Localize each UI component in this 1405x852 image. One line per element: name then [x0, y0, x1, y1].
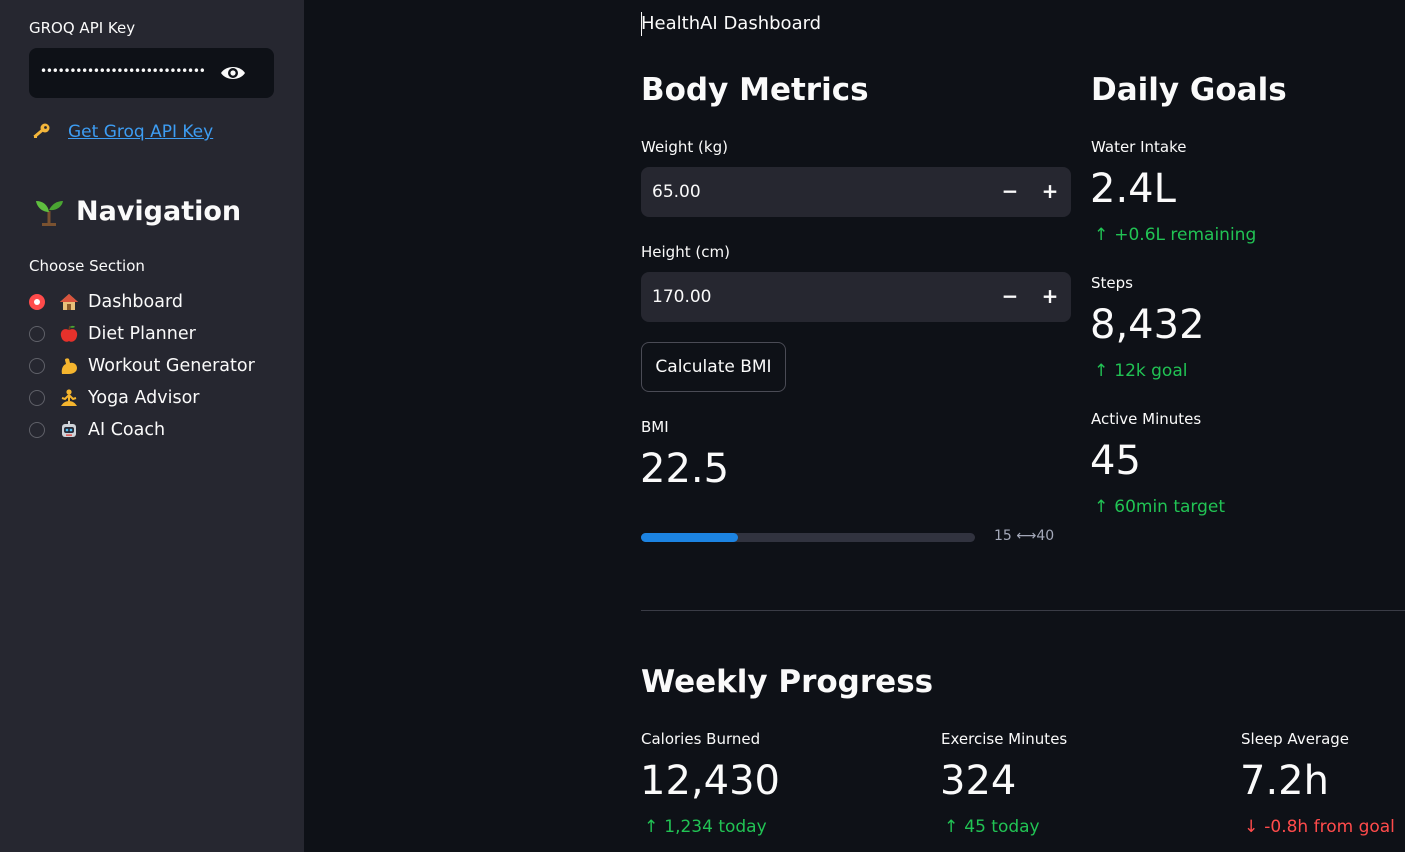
key-link-row: Get Groq API Key — [31, 122, 213, 142]
exercise-value: 324 — [940, 758, 1017, 804]
nav-title-text: Navigation — [76, 196, 242, 227]
radio-selected[interactable] — [29, 294, 45, 310]
section-divider — [641, 610, 1405, 611]
height-label: Height (cm) — [641, 243, 730, 261]
seedling-icon — [36, 200, 63, 226]
height-input[interactable]: 170.00 − + — [641, 272, 1071, 322]
nav-item-yoga-advisor[interactable]: Yoga Advisor — [29, 388, 199, 408]
weight-decrement-button[interactable]: − — [998, 180, 1022, 204]
choose-section-label: Choose Section — [29, 257, 145, 275]
nav-item-label: Diet Planner — [88, 324, 196, 344]
main-content: HealthAI Dashboard Body Metrics Weight (… — [304, 0, 1405, 852]
calories-label: Calories Burned — [641, 730, 761, 748]
key-icon — [33, 123, 50, 139]
nav-item-dashboard[interactable]: Dashboard — [29, 292, 183, 312]
weight-increment-button[interactable]: + — [1038, 180, 1062, 204]
arrow-down-icon: ↓ — [1244, 817, 1259, 837]
yoga-person-icon — [60, 389, 78, 406]
api-key-value: •••••••••••••••••••••••••••• — [40, 64, 205, 78]
body-metrics-title: Body Metrics — [641, 72, 869, 108]
nav-title: Navigation — [34, 196, 241, 227]
sleep-delta: ↓ -0.8h from goal — [1244, 817, 1395, 837]
active-minutes-delta: ↑ 60min target — [1094, 497, 1225, 517]
bmi-label: BMI — [641, 418, 669, 436]
sleep-label: Sleep Average — [1241, 730, 1350, 748]
sidebar: GROQ API Key •••••••••••••••••••••••••••… — [0, 0, 304, 852]
weekly-progress-title: Weekly Progress — [641, 664, 934, 700]
weight-value[interactable]: 65.00 — [652, 182, 701, 202]
weight-input[interactable]: 65.00 − + — [641, 167, 1071, 217]
arrow-up-icon: ↑ — [1094, 497, 1109, 517]
get-api-key-link[interactable]: Get Groq API Key — [68, 122, 213, 142]
nav-item-label: AI Coach — [88, 420, 166, 440]
water-value: 2.4L — [1090, 166, 1176, 212]
water-delta: ↑ +0.6L remaining — [1094, 225, 1256, 245]
arrow-up-icon: ↑ — [1094, 361, 1109, 381]
water-label: Water Intake — [1091, 138, 1187, 156]
exercise-delta-text: 45 today — [964, 817, 1040, 837]
app-title: HealthAI Dashboard — [641, 13, 822, 34]
sleep-delta-text: -0.8h from goal — [1264, 817, 1395, 837]
arrow-up-icon: ↑ — [644, 817, 659, 837]
eye-icon[interactable] — [219, 63, 247, 83]
robot-icon — [62, 421, 76, 437]
calories-delta-text: 1,234 today — [664, 817, 767, 837]
weight-label: Weight (kg) — [641, 138, 728, 156]
active-minutes-value: 45 — [1090, 438, 1141, 484]
height-decrement-button[interactable]: − — [998, 285, 1022, 309]
bmi-progress-bar — [641, 533, 975, 542]
bmi-range-label: 15 ⟷40 — [994, 528, 1055, 544]
daily-goals-title: Daily Goals — [1091, 72, 1287, 108]
house-icon — [60, 294, 78, 310]
steps-label: Steps — [1091, 274, 1133, 292]
radio-unselected[interactable] — [29, 422, 45, 438]
calories-value: 12,430 — [640, 758, 780, 804]
nav-item-label: Workout Generator — [88, 356, 255, 376]
sleep-value: 7.2h — [1240, 758, 1329, 804]
steps-delta-text: 12k goal — [1114, 361, 1188, 381]
steps-delta: ↑ 12k goal — [1094, 361, 1187, 381]
arrow-up-icon: ↑ — [1094, 225, 1109, 245]
height-increment-button[interactable]: + — [1038, 285, 1062, 309]
height-value[interactable]: 170.00 — [652, 287, 711, 307]
api-key-label: GROQ API Key — [29, 19, 136, 37]
radio-unselected[interactable] — [29, 326, 45, 342]
nav-item-label: Dashboard — [88, 292, 183, 312]
steps-value: 8,432 — [1090, 302, 1205, 348]
flexed-bicep-icon — [61, 358, 77, 374]
arrow-up-icon: ↑ — [944, 817, 959, 837]
apple-icon — [60, 325, 78, 342]
bmi-value: 22.5 — [640, 446, 730, 492]
radio-unselected[interactable] — [29, 358, 45, 374]
active-minutes-delta-text: 60min target — [1114, 497, 1226, 517]
nav-item-workout-generator[interactable]: Workout Generator — [29, 356, 255, 376]
nav-item-label: Yoga Advisor — [88, 388, 200, 408]
calculate-bmi-button[interactable]: Calculate BMI — [641, 342, 786, 392]
bmi-progress-fill — [641, 533, 738, 542]
api-key-input[interactable]: •••••••••••••••••••••••••••• — [29, 48, 274, 98]
radio-unselected[interactable] — [29, 390, 45, 406]
exercise-delta: ↑ 45 today — [944, 817, 1040, 837]
nav-item-ai-coach[interactable]: AI Coach — [29, 420, 165, 440]
active-minutes-label: Active Minutes — [1091, 410, 1202, 428]
exercise-label: Exercise Minutes — [941, 730, 1068, 748]
water-delta-text: +0.6L remaining — [1114, 225, 1257, 245]
nav-item-diet-planner[interactable]: Diet Planner — [29, 324, 196, 344]
calories-delta: ↑ 1,234 today — [644, 817, 767, 837]
